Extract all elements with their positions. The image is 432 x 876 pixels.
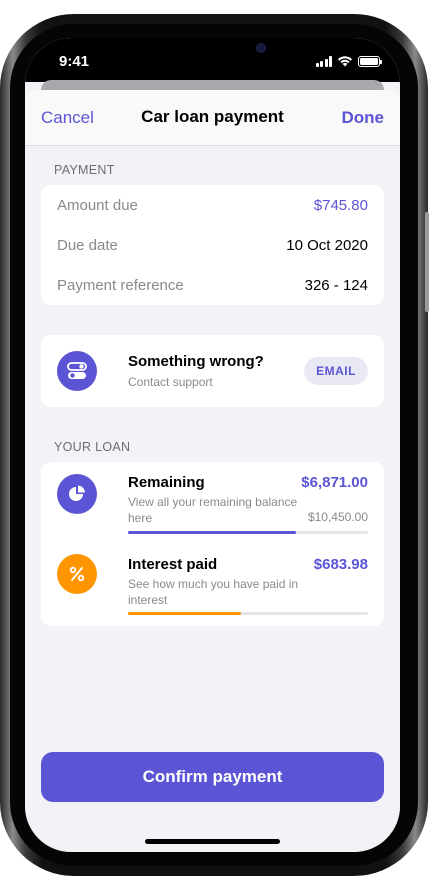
payment-reference-row: Payment reference 326 - 124 [57, 277, 368, 297]
payment-reference-label: Payment reference [57, 277, 184, 294]
payment-card: Amount due $745.80 Due date 10 Oct 2020 … [41, 185, 384, 305]
navigation-bar: Cancel Car loan payment Done [25, 90, 400, 146]
loan-card: Remaining $6,871.00 View all your remain… [41, 462, 384, 626]
screen: 9:41 Cancel Car loan payment Done PAYMEN… [25, 38, 400, 852]
home-indicator [145, 839, 280, 844]
remaining-description: View all your remaining balance here [128, 495, 298, 525]
notch [119, 38, 306, 68]
power-button [425, 212, 429, 312]
interest-paid-title: Interest paid [128, 556, 218, 573]
battery-icon [358, 55, 382, 67]
support-subtitle: Contact support [128, 375, 213, 389]
interest-paid-amount: $683.98 [313, 556, 368, 573]
percent-icon [57, 554, 97, 594]
status-bar: 9:41 [25, 38, 400, 82]
due-date-row: Due date 10 Oct 2020 [57, 237, 368, 257]
status-time: 9:41 [59, 53, 90, 70]
amount-due-value: $745.80 [313, 197, 368, 214]
loan-total: $10,450.00 [307, 510, 368, 524]
amount-due-row: Amount due $745.80 [57, 197, 368, 217]
modal-sheet: Cancel Car loan payment Done PAYMENT Amo… [25, 90, 400, 852]
due-date-label: Due date [57, 237, 118, 254]
remaining-amount: $6,871.00 [301, 474, 368, 491]
camera-icon [256, 43, 266, 53]
support-title: Something wrong? [128, 353, 264, 370]
remaining-title: Remaining [128, 474, 205, 491]
confirm-payment-button[interactable]: Confirm payment [41, 752, 384, 802]
loan-section-header: YOUR LOAN [54, 440, 131, 454]
done-button[interactable]: Done [342, 108, 385, 128]
support-card[interactable]: Something wrong? Contact support EMAIL [41, 335, 384, 407]
interest-progress-bar [128, 612, 368, 615]
payment-reference-value: 326 - 124 [304, 277, 368, 294]
amount-due-label: Amount due [57, 197, 138, 214]
toggle-icon [57, 351, 97, 391]
cellular-signal-icon [315, 55, 332, 67]
remaining-progress-bar [128, 531, 368, 534]
payment-section-header: PAYMENT [54, 163, 115, 177]
remaining-progress-fill [128, 531, 296, 534]
pie-chart-icon [57, 474, 97, 514]
wifi-icon [338, 56, 352, 67]
due-date-value: 10 Oct 2020 [286, 237, 368, 254]
interest-progress-fill [128, 612, 241, 615]
interest-paid-description: See how much you have paid in interest [128, 577, 299, 607]
status-icons [315, 55, 382, 67]
email-button[interactable]: EMAIL [304, 357, 368, 385]
